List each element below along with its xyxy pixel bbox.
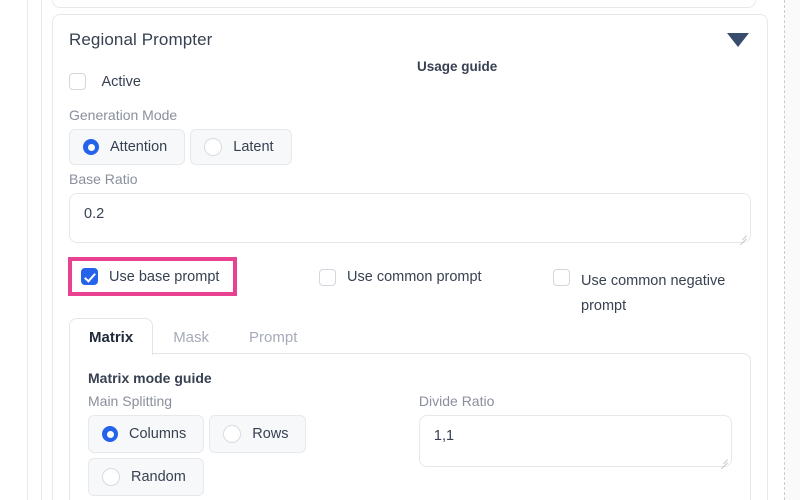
- use-common-prompt-label: Use common prompt: [347, 269, 482, 285]
- radio-label-attention: Attention: [110, 139, 168, 155]
- gutter-divider-1: [27, 0, 28, 500]
- divide-ratio-label: Divide Ratio: [418, 393, 495, 409]
- active-label: Active: [101, 73, 141, 90]
- radio-indicator-rows: [223, 425, 242, 443]
- radio-label-rows: Rows: [252, 426, 289, 442]
- main-splitting-radio-group: Columns Rows Random: [88, 415, 338, 496]
- radio-label-columns: Columns: [129, 426, 187, 442]
- radio-indicator-random: [102, 468, 120, 486]
- tabs-container: Matrix Mask Prompt Matrix mode guide Mai…: [69, 317, 751, 500]
- previous-panel-partial: [52, 0, 756, 8]
- use-common-prompt-option: Use common prompt: [319, 269, 482, 286]
- active-checkbox[interactable]: [69, 73, 86, 91]
- radio-indicator-latent: [204, 138, 223, 156]
- radio-label-latent: Latent: [233, 139, 274, 155]
- divide-ratio-value: 1,1: [433, 428, 455, 444]
- right-dashed-divider: [784, 0, 785, 500]
- divide-ratio-input[interactable]: 1,1: [418, 415, 732, 470]
- base-ratio-input[interactable]: 0.2: [69, 193, 751, 246]
- tabstrip: Matrix Mask Prompt: [69, 317, 751, 355]
- main-splitting-label: Main Splitting: [88, 393, 173, 409]
- divide-ratio-column: Divide Ratio 1,1: [418, 393, 732, 496]
- triangle-down-icon[interactable]: [727, 33, 749, 47]
- prompt-options-row: Use base prompt Use common prompt Use co…: [68, 257, 751, 314]
- tab-matrix[interactable]: Matrix: [69, 318, 154, 355]
- use-common-negative-prompt-checkbox[interactable]: [553, 269, 570, 286]
- matrix-mode-guide-link[interactable]: Matrix mode guide: [88, 370, 732, 386]
- gutter-divider-2: [41, 0, 42, 500]
- generation-mode-radio-group: Attention Latent: [69, 129, 751, 165]
- radio-label-random: Random: [131, 469, 186, 485]
- radio-indicator-columns: [102, 426, 118, 442]
- use-common-negative-prompt-option: Use common negative prompt: [553, 269, 753, 319]
- radio-option-rows[interactable]: Rows: [209, 415, 307, 453]
- regional-prompter-panel: Regional Prompter Active Usage guide Gen…: [52, 14, 768, 500]
- resize-handle-icon[interactable]: [737, 230, 747, 246]
- tab-panel-matrix: Matrix mode guide Main Splitting Columns…: [69, 353, 751, 500]
- radio-option-attention[interactable]: Attention: [69, 129, 186, 165]
- radio-option-columns[interactable]: Columns: [88, 415, 205, 453]
- usage-guide-link[interactable]: Usage guide: [417, 59, 497, 74]
- use-base-prompt-highlight: Use base prompt: [68, 257, 238, 296]
- base-ratio-label: Base Ratio: [69, 171, 138, 187]
- use-base-prompt-label: Use base prompt: [109, 268, 220, 285]
- radio-option-random[interactable]: Random: [88, 458, 204, 496]
- tab-prompt[interactable]: Prompt: [229, 318, 317, 355]
- radio-option-latent[interactable]: Latent: [190, 129, 292, 165]
- use-base-prompt-checkbox[interactable]: [81, 268, 98, 285]
- tab-mask[interactable]: Mask: [153, 318, 229, 355]
- panel-header[interactable]: Regional Prompter: [69, 29, 751, 63]
- radio-indicator-attention: [83, 139, 99, 155]
- use-common-prompt-checkbox[interactable]: [319, 269, 336, 286]
- matrix-settings-grid: Main Splitting Columns Rows Random Divid…: [88, 393, 732, 496]
- active-row: Active Usage guide: [69, 59, 751, 101]
- right-background: [785, 0, 800, 500]
- generation-mode-label: Generation Mode: [69, 107, 178, 123]
- base-ratio-value: 0.2: [84, 206, 105, 222]
- page-title: Regional Prompter: [69, 30, 213, 49]
- resize-handle-icon[interactable]: [718, 454, 728, 470]
- main-splitting-column: Main Splitting Columns Rows Random: [88, 393, 371, 496]
- use-common-negative-prompt-label: Use common negative prompt: [581, 273, 726, 314]
- app-root: Regional Prompter Active Usage guide Gen…: [0, 0, 800, 500]
